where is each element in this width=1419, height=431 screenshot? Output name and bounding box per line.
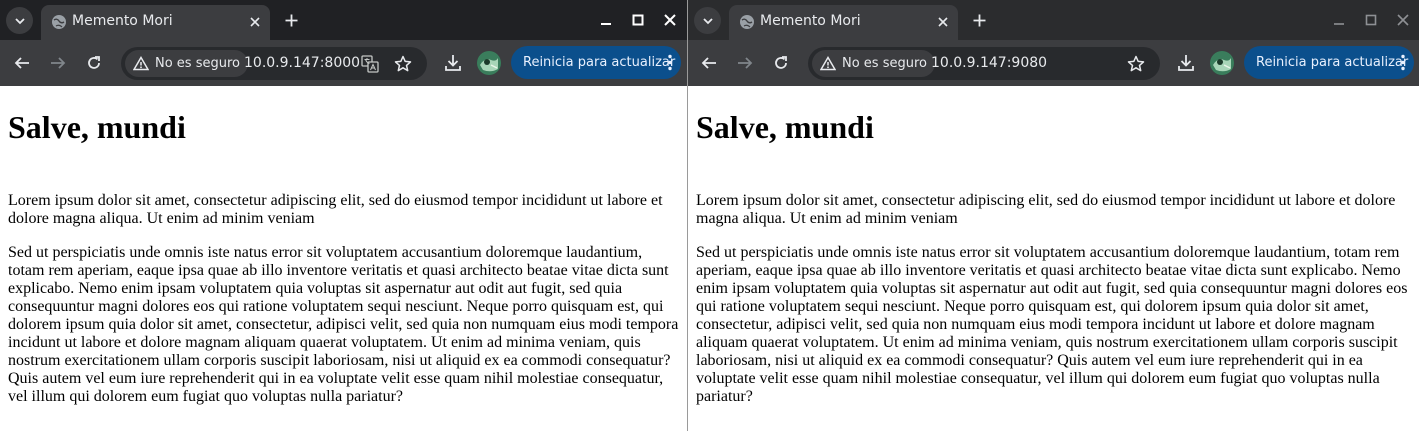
chevron-down-icon — [14, 15, 26, 27]
url-text[interactable]: 10.0.9.147:8000 — [244, 55, 360, 71]
globe-icon — [739, 14, 755, 30]
maximize-icon — [1365, 14, 1377, 26]
security-chip[interactable]: No es seguro — [812, 50, 935, 77]
reload-icon — [86, 55, 102, 71]
forward-arrow-icon — [50, 55, 66, 71]
address-bar[interactable]: No es seguro 10.0.9.147:9080 — [808, 47, 1160, 80]
forward-arrow-icon — [737, 55, 753, 71]
close-icon[interactable] — [247, 14, 263, 30]
paragraph: Sed ut perspiciatis unde omnis iste natu… — [696, 244, 1408, 405]
maximize-button[interactable] — [628, 10, 648, 30]
star-icon[interactable] — [393, 54, 413, 74]
globe-icon — [51, 14, 67, 30]
profile-avatar[interactable] — [1210, 51, 1234, 75]
warning-icon — [133, 56, 149, 71]
minimize-button[interactable] — [596, 10, 616, 30]
minimize-icon — [600, 14, 612, 26]
kebab-menu-icon[interactable] — [667, 54, 673, 71]
minimize-button[interactable] — [1329, 10, 1349, 30]
translate-icon[interactable] — [360, 54, 380, 74]
update-button[interactable]: Reinicia para actualizar — [511, 46, 681, 79]
title-bar: Memento Mori — [0, 0, 687, 40]
paragraph: Lorem ipsum dolor sit amet, consectetur … — [8, 192, 663, 227]
back-button[interactable] — [11, 52, 33, 74]
new-tab-button[interactable] — [280, 9, 302, 31]
toolbar: No es seguro 10.0.9.147:9080 Reinicia pa… — [688, 40, 1419, 86]
back-button[interactable] — [698, 52, 720, 74]
page-content: Salve, mundi Lorem ipsum dolor sit amet,… — [688, 87, 1419, 431]
close-icon — [1397, 14, 1409, 26]
maximize-icon — [632, 14, 644, 26]
page-content: Salve, mundi Lorem ipsum dolor sit amet,… — [0, 87, 687, 431]
chevron-down-icon — [702, 15, 714, 27]
tab-title: Memento Mori — [760, 13, 861, 29]
tab-title: Memento Mori — [72, 13, 173, 29]
security-label: No es seguro — [842, 56, 927, 71]
update-label: Reinicia para actualizar — [523, 55, 676, 70]
tab-search-button[interactable] — [694, 7, 721, 34]
paragraph: Lorem ipsum dolor sit amet, consectetur … — [696, 192, 1396, 227]
warning-icon — [820, 56, 836, 71]
downloads-button[interactable] — [442, 52, 464, 74]
forward-button[interactable] — [47, 52, 69, 74]
maximize-button[interactable] — [1361, 10, 1381, 30]
reload-button[interactable] — [770, 52, 792, 74]
security-label: No es seguro — [155, 56, 240, 71]
page-heading: Salve, mundi — [696, 109, 874, 145]
page-heading: Salve, mundi — [8, 109, 186, 145]
title-bar: Memento Mori — [688, 0, 1419, 40]
reload-button[interactable] — [83, 52, 105, 74]
back-arrow-icon — [701, 55, 717, 71]
star-icon[interactable] — [1126, 54, 1146, 74]
tab-search-button[interactable] — [6, 7, 33, 34]
paragraph: Sed ut perspiciatis unde omnis iste natu… — [8, 244, 679, 405]
tab-active[interactable]: Memento Mori — [41, 5, 270, 40]
close-window-button[interactable] — [1393, 10, 1413, 30]
new-tab-button[interactable] — [968, 9, 990, 31]
toolbar: No es seguro 10.0.9.147:8000 Reinicia pa… — [0, 40, 687, 86]
close-icon[interactable] — [935, 14, 951, 30]
tab-active[interactable]: Memento Mori — [729, 5, 958, 40]
close-icon — [664, 14, 676, 26]
forward-button[interactable] — [734, 52, 756, 74]
browser-window-right: Memento Mori No es seguro 10.0.9.147:908… — [688, 0, 1419, 431]
address-bar[interactable]: No es seguro 10.0.9.147:8000 — [121, 47, 427, 80]
download-icon — [1177, 54, 1195, 72]
url-text[interactable]: 10.0.9.147:9080 — [931, 55, 1047, 71]
security-chip[interactable]: No es seguro — [125, 50, 248, 77]
plus-icon — [285, 14, 298, 27]
minimize-icon — [1333, 14, 1345, 26]
profile-avatar[interactable] — [477, 51, 501, 75]
reload-icon — [773, 55, 789, 71]
browser-window-left: Memento Mori No es seguro 10.0.9.147:800… — [0, 0, 687, 431]
close-window-button[interactable] — [660, 10, 680, 30]
back-arrow-icon — [14, 55, 30, 71]
update-button[interactable]: Reinicia para actualizar — [1244, 46, 1414, 79]
plus-icon — [973, 14, 986, 27]
kebab-menu-icon[interactable] — [1400, 54, 1406, 71]
download-icon — [444, 54, 462, 72]
update-label: Reinicia para actualizar — [1256, 55, 1409, 70]
downloads-button[interactable] — [1175, 52, 1197, 74]
